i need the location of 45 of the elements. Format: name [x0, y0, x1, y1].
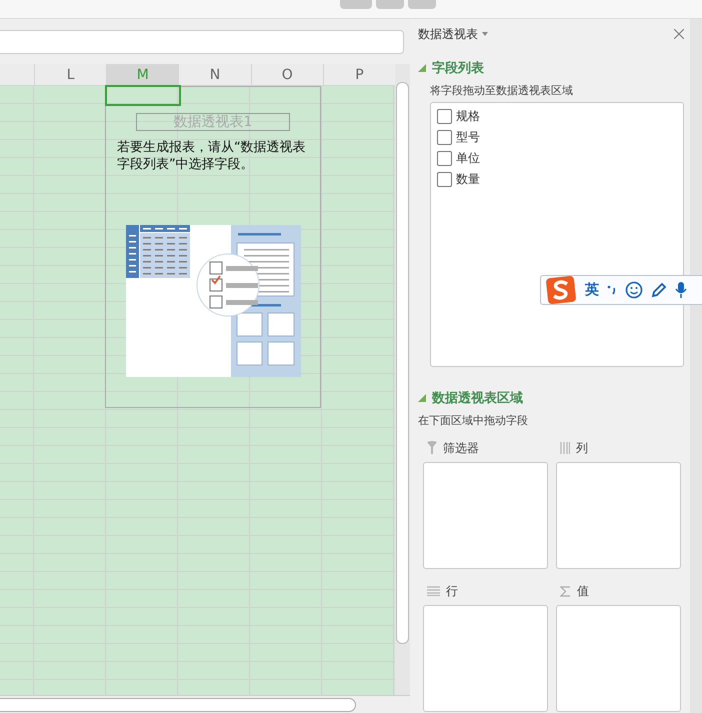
field-label[interactable]: 单位	[456, 150, 480, 167]
drop-zone[interactable]	[556, 462, 681, 569]
section-hint: 在下面区域中拖动字段	[418, 413, 529, 428]
caret-icon[interactable]	[482, 32, 488, 36]
pencil-icon[interactable]	[651, 282, 667, 298]
zone-label: 列	[576, 440, 588, 456]
zone-label: 筛选器	[443, 440, 479, 456]
rows-icon	[427, 586, 440, 596]
checkbox[interactable]	[437, 109, 452, 124]
horizontal-scrollbar[interactable]	[0, 695, 410, 713]
checkbox[interactable]	[437, 172, 452, 187]
close-icon[interactable]	[674, 29, 684, 39]
columns-icon	[560, 442, 570, 454]
section-heading: 数据透视表区域	[432, 390, 523, 407]
expand-triangle-icon[interactable]	[418, 64, 426, 72]
drop-zone[interactable]	[423, 462, 548, 569]
vertical-scrollbar[interactable]	[395, 64, 410, 695]
section-heading: 字段列表	[432, 60, 484, 77]
input-mode-toggle[interactable]: 英	[585, 281, 599, 299]
checkbox[interactable]	[437, 130, 452, 145]
scroll-thumb[interactable]	[0, 698, 356, 712]
expand-triangle-icon[interactable]	[418, 394, 426, 402]
field-label[interactable]: 型号	[456, 129, 480, 146]
zone-label: 行	[446, 582, 458, 600]
smiley-icon[interactable]	[625, 281, 643, 299]
field-label[interactable]: 规格	[456, 108, 480, 125]
panel-title[interactable]: 数据透视表	[418, 26, 478, 42]
formula-bar-field[interactable]	[0, 30, 404, 54]
pivot-instruction-text: 若要生成报表，请从“数据透视表字段列表”中选择字段。	[117, 139, 307, 173]
selected-cell[interactable]	[105, 85, 181, 106]
checkbox[interactable]	[437, 151, 452, 166]
microphone-icon[interactable]	[675, 281, 687, 299]
zone-label: 值	[577, 582, 589, 600]
drop-zone[interactable]	[556, 605, 681, 712]
scroll-thumb[interactable]	[396, 82, 409, 644]
pivot-table-title: 数据透视表1	[136, 113, 290, 131]
s-logo-icon[interactable]	[545, 276, 577, 304]
sigma-icon	[560, 586, 571, 596]
field-label[interactable]: 数量	[456, 171, 480, 188]
punctuation-icon[interactable]	[607, 284, 617, 296]
drop-zone[interactable]	[423, 605, 548, 712]
funnel-icon	[427, 441, 437, 455]
section-hint: 将字段拖动至数据透视表区域	[430, 83, 574, 98]
column-header[interactable]: O	[250, 64, 323, 85]
column-header[interactable]: N	[178, 64, 251, 85]
